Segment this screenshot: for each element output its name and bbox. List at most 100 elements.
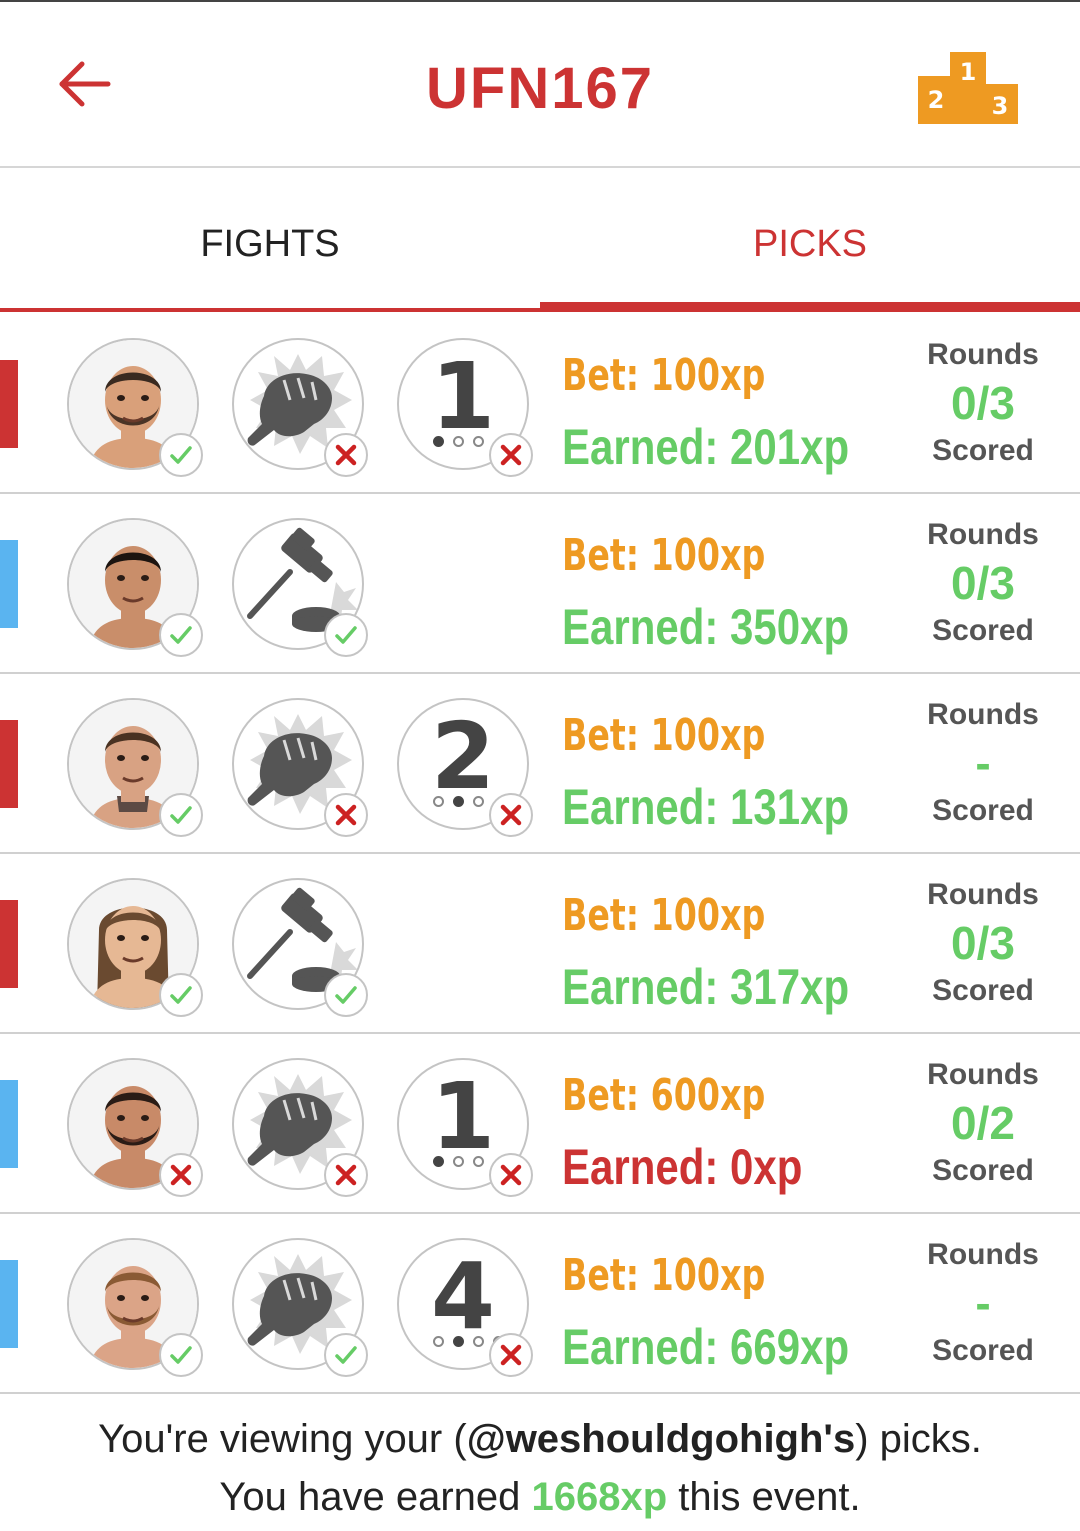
cross-icon: [500, 804, 522, 826]
incorrect-badge: [324, 433, 368, 477]
check-icon: [170, 1346, 192, 1364]
footer-text: You're viewing your (: [98, 1417, 467, 1461]
rounds-value: 0/3: [951, 377, 1015, 429]
correct-badge: [324, 973, 368, 1017]
tab-picks[interactable]: PICKS: [540, 170, 1080, 308]
cross-icon: [335, 1164, 357, 1186]
round-dot: [433, 1336, 444, 1347]
round-dot: [453, 796, 464, 807]
tab-bar: FIGHTS PICKS: [0, 170, 1080, 314]
corner-indicator: [0, 1260, 18, 1348]
fighter-avatar[interactable]: [67, 1058, 203, 1197]
round-dot: [453, 1336, 464, 1347]
incorrect-badge: [159, 1153, 203, 1197]
corner-indicator: [0, 720, 18, 808]
rounds-scored: Rounds 0/3 Scored: [900, 876, 1066, 1010]
pick-row[interactable]: Bet: 100xp Earned: 317xp Rounds 0/3 Scored: [0, 854, 1080, 1034]
corner-indicator: [0, 360, 18, 448]
pick-row[interactable]: 2 Bet: 100xp Earned: 131xp Rounds - Scored: [0, 674, 1080, 854]
pick-row[interactable]: 1 Bet: 600xp Earned: 0xp Rounds 0/2 Scored: [0, 1034, 1080, 1214]
method-pick[interactable]: [232, 1058, 368, 1197]
fighter-avatar[interactable]: [67, 338, 203, 477]
correct-badge: [159, 433, 203, 477]
rounds-value: 0/2: [951, 1097, 1015, 1149]
correct-badge: [159, 973, 203, 1017]
correct-badge: [324, 1333, 368, 1377]
method-pick[interactable]: [232, 698, 368, 837]
fighter-avatar[interactable]: [67, 518, 203, 657]
correct-badge: [159, 613, 203, 657]
podium-label-3: 3: [992, 92, 1009, 120]
fighter-avatar[interactable]: [67, 878, 203, 1017]
check-icon: [335, 626, 357, 644]
check-icon: [335, 1346, 357, 1364]
cross-icon: [170, 1164, 192, 1186]
footer-summary: You're viewing your (@weshouldgohigh's) …: [0, 1410, 1080, 1526]
method-pick[interactable]: [232, 338, 368, 477]
check-icon: [170, 806, 192, 824]
username: @weshouldgohigh's: [466, 1417, 856, 1461]
pick-row[interactable]: 4 Bet: 100xp Earned: 669xp Rounds - Scored: [0, 1214, 1080, 1394]
scored-label: Scored: [932, 434, 1034, 467]
corner-indicator: [0, 1080, 18, 1168]
arrow-left-icon: [59, 61, 111, 107]
rounds-label: Rounds: [927, 518, 1039, 551]
round-pick[interactable]: 1: [397, 1058, 533, 1197]
rounds-label: Rounds: [927, 878, 1039, 911]
podium-icon: 1 2 3: [918, 52, 1018, 124]
scored-label: Scored: [932, 1334, 1034, 1367]
active-tab-indicator: [540, 302, 1080, 312]
rounds-value: 0/3: [951, 917, 1015, 969]
incorrect-badge: [324, 793, 368, 837]
corner-indicator: [0, 540, 18, 628]
fighter-avatar[interactable]: [67, 1238, 203, 1377]
rounds-label: Rounds: [927, 1238, 1039, 1271]
rounds-scored: Rounds - Scored: [900, 696, 1066, 830]
rounds-scored: Rounds 0/2 Scored: [900, 1056, 1066, 1190]
scored-label: Scored: [932, 614, 1034, 647]
rounds-scored: Rounds 0/3 Scored: [900, 516, 1066, 650]
rounds-value: -: [975, 1277, 991, 1329]
bet-amount: Bet: 100xp: [562, 530, 766, 581]
app-header: UFN167 1 2 3: [0, 2, 1080, 168]
earned-amount: Earned: 350xp: [562, 599, 850, 655]
check-icon: [170, 986, 192, 1004]
pick-row[interactable]: Bet: 100xp Earned: 350xp Rounds 0/3 Scored: [0, 494, 1080, 674]
earned-amount: Earned: 669xp: [562, 1319, 850, 1375]
footer-text: this event.: [667, 1475, 861, 1519]
round-dot: [453, 1156, 464, 1167]
correct-badge: [159, 793, 203, 837]
podium-label-2: 2: [928, 86, 945, 114]
bet-amount: Bet: 100xp: [562, 710, 766, 761]
method-pick[interactable]: [232, 878, 368, 1017]
round-dots: [433, 436, 493, 450]
fighter-avatar[interactable]: [67, 698, 203, 837]
footer-text: ) picks.: [855, 1417, 982, 1461]
cross-icon: [335, 804, 357, 826]
back-button[interactable]: [54, 54, 114, 114]
round-dots: [433, 1156, 493, 1170]
bet-amount: Bet: 600xp: [562, 1070, 766, 1121]
correct-badge: [159, 1333, 203, 1377]
check-icon: [170, 626, 192, 644]
rounds-value: 0/3: [951, 557, 1015, 609]
rounds-label: Rounds: [927, 1058, 1039, 1091]
round-dot: [433, 796, 444, 807]
round-dots: [433, 796, 493, 810]
footer-line-viewing: You're viewing your (@weshouldgohigh's) …: [0, 1410, 1080, 1468]
page-title: UFN167: [426, 56, 654, 121]
leaderboard-button[interactable]: 1 2 3: [916, 48, 1020, 126]
round-pick[interactable]: 1: [397, 338, 533, 477]
method-pick[interactable]: [232, 518, 368, 657]
round-dot: [473, 1336, 484, 1347]
rounds-scored: Rounds - Scored: [900, 1236, 1066, 1370]
round-pick[interactable]: 4: [397, 1238, 533, 1377]
pick-row[interactable]: 1 Bet: 100xp Earned: 201xp Rounds 0/3 Scored: [0, 314, 1080, 494]
round-pick[interactable]: 2: [397, 698, 533, 837]
method-pick[interactable]: [232, 1238, 368, 1377]
tab-fights[interactable]: FIGHTS: [0, 170, 540, 308]
bet-amount: Bet: 100xp: [562, 350, 766, 401]
correct-badge: [324, 613, 368, 657]
footer-line-earned: You have earned 1668xp this event.: [0, 1468, 1080, 1526]
rounds-scored: Rounds 0/3 Scored: [900, 336, 1066, 470]
